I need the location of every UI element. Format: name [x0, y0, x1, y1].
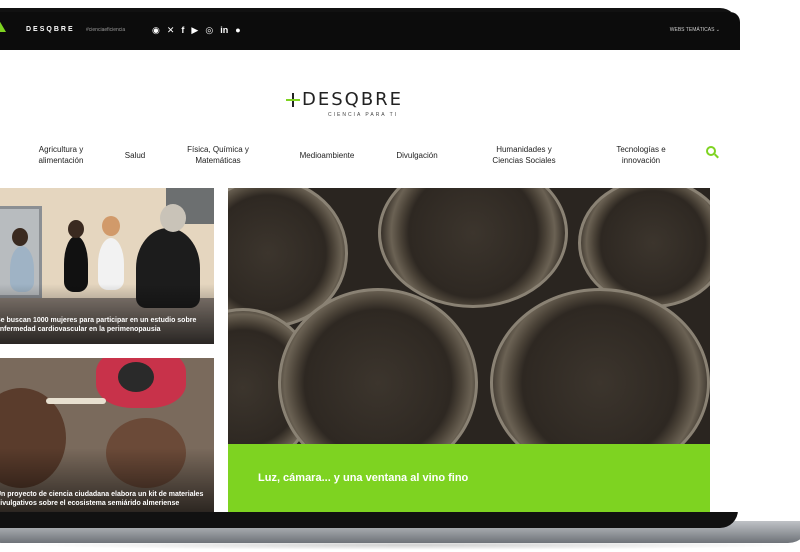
webs-tematicas-dropdown[interactable]: WEBS TEMÁTICAS ⌄: [670, 27, 720, 33]
main-nav: Agricultura y alimentación Salud Física,…: [0, 140, 740, 174]
hero-image-barrels[interactable]: [228, 188, 710, 444]
facebook-icon[interactable]: f: [181, 23, 184, 37]
nav-item-fisica[interactable]: Física, Química y Matemáticas: [168, 140, 268, 170]
x-icon[interactable]: ✕: [167, 23, 175, 37]
topbar-tagline: #cienciaeficiencia: [86, 27, 126, 33]
linkedin-icon[interactable]: in: [220, 23, 228, 37]
topbar-brand[interactable]: DESQBRE: [26, 26, 75, 33]
card-caption[interactable]: Un proyecto de ciencia ciudadana elabora…: [0, 490, 206, 508]
top-bar: DESQBRE #cienciaeficiencia ◉ ✕ f ▶ ◎ in …: [0, 12, 740, 50]
logo-subtitle: CIENCIA PARA TI: [328, 112, 399, 118]
instagram-icon[interactable]: ◎: [205, 23, 213, 37]
logo-text: DESQBRE: [302, 89, 404, 110]
card-caption[interactable]: Se buscan 1000 mujeres para participar e…: [0, 316, 206, 334]
search-icon[interactable]: [706, 146, 720, 160]
hero-title[interactable]: Luz, cámara... y una ventana al vino fin…: [258, 472, 468, 484]
social-icons: ◉ ✕ f ▶ ◎ in ●: [152, 23, 241, 37]
site-logo[interactable]: DESQBRE: [286, 89, 403, 110]
spotify-icon[interactable]: ●: [235, 23, 240, 37]
hero-caption-band[interactable]: Luz, cámara... y una ventana al vino fin…: [228, 444, 710, 512]
nav-item-divulgacion[interactable]: Divulgación: [382, 140, 452, 170]
nav-item-medioambiente[interactable]: Medioambiente: [282, 140, 372, 170]
nav-item-humanidades[interactable]: Humanidades y Ciencias Sociales: [474, 140, 574, 170]
news-card-menopause[interactable]: Se buscan 1000 mujeres para participar e…: [0, 188, 214, 344]
nav-item-salud[interactable]: Salud: [112, 140, 158, 170]
youtube-icon[interactable]: ▶: [191, 23, 198, 37]
nav-item-tecnologias[interactable]: Tecnologías e innovación: [596, 140, 686, 170]
news-card-citizen-science[interactable]: Un proyecto de ciencia ciudadana elabora…: [0, 358, 214, 512]
nav-item-agricultura[interactable]: Agricultura y alimentación: [16, 140, 106, 170]
plus-logo-icon: [286, 92, 300, 107]
rss-icon[interactable]: ◉: [152, 23, 160, 37]
website-screen: DESQBRE #cienciaeficiencia ◉ ✕ f ▶ ◎ in …: [0, 12, 740, 512]
university-logo-icon[interactable]: [0, 18, 10, 42]
